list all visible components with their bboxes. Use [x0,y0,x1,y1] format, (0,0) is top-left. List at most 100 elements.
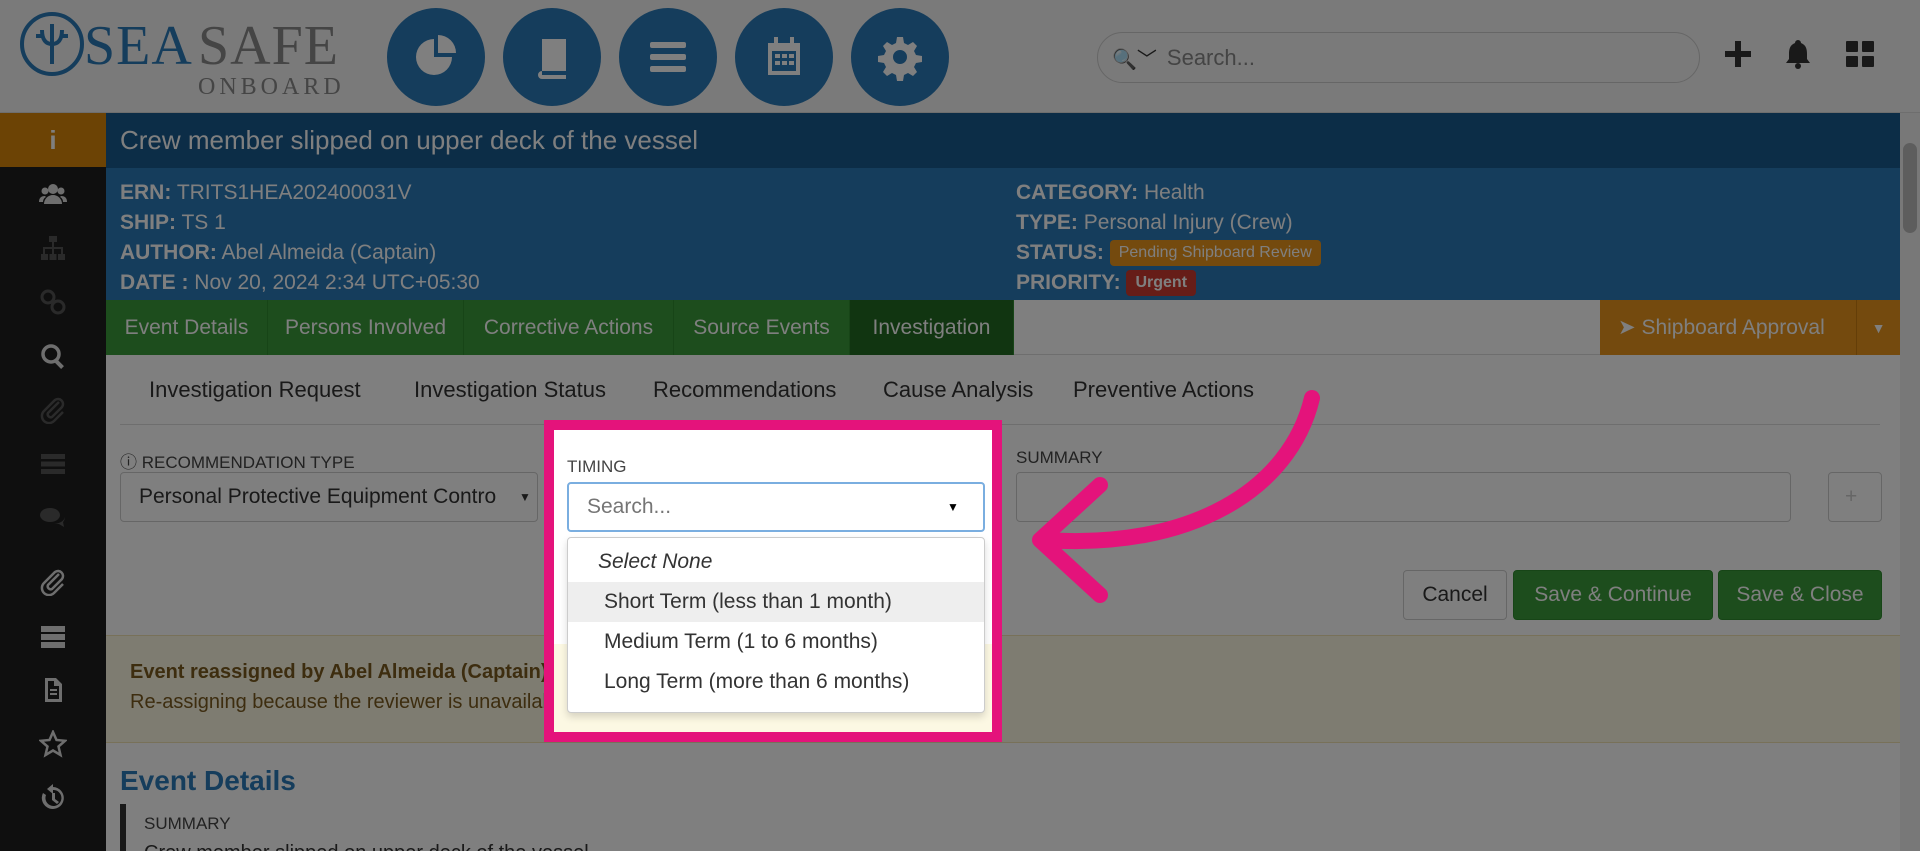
type-label: TYPE: [1016,211,1078,234]
ern-value: TRITS1HEA202400031V [176,181,412,204]
search-icon [41,344,64,369]
cancel-button[interactable]: Cancel [1403,570,1507,620]
investigation-content: Investigation Request Investigation Stat… [106,355,1900,851]
recommendation-type-select[interactable]: Personal Protective Equipment Contro ▼ [120,472,538,522]
shipboard-approval-button[interactable]: ➤ Shipboard Approval ▼ [1600,300,1900,355]
bell-icon [1786,40,1810,69]
settings-nav-button[interactable] [851,8,949,106]
event-title: Crew member slipped on upper deck of the… [106,113,1900,168]
calendar-nav-button[interactable] [735,8,833,106]
logbook-nav-button[interactable] [503,8,601,106]
category-value: Health [1143,181,1205,204]
sidebar-item-comments[interactable] [0,491,106,545]
timing-option-select-none[interactable]: Select None [568,542,984,582]
sitemap-icon [41,236,65,260]
dashboard-grid-button[interactable] [1840,34,1880,74]
tab-event-details[interactable]: Event Details [106,300,268,355]
reassign-notice: Event reassigned by Abel Almeida (Captai… [106,635,1900,743]
paperclip-icon [40,569,65,596]
event-info-panel: ERN: TRITS1HEA202400031V SHIP: TS 1 AUTH… [106,168,1900,300]
scrollbar-thumb[interactable] [1903,143,1917,233]
timing-option-long-term[interactable]: Long Term (more than 6 months) [568,662,984,702]
subtab-cause-analysis[interactable]: Cause Analysis [883,377,1033,403]
sidebar-item-info[interactable]: i [0,113,106,167]
date-value: Nov 20, 2024 2:34 UTC+05:30 [194,271,480,294]
chevron-down-icon[interactable]: ▼ [1856,300,1900,355]
details-summary-label: SUMMARY [144,814,231,833]
gear-icon [878,37,922,81]
sidebar-item-list[interactable] [0,437,106,491]
sidebar-item-attachments-dim[interactable] [0,383,106,437]
save-continue-button[interactable]: Save & Continue [1513,570,1713,620]
left-sidebar: i [0,113,106,851]
event-details-heading: Event Details [120,765,296,796]
dashboard-nav-button[interactable] [387,8,485,106]
subtab-recommendations[interactable]: Recommendations [653,377,836,403]
add-button[interactable] [1718,34,1758,74]
timing-search-input[interactable] [587,495,947,519]
tab-investigation[interactable]: Investigation [850,300,1014,355]
dashboard-grid-icon [1846,41,1874,67]
sidebar-item-server[interactable] [0,609,106,663]
recommendation-type-value: Personal Protective Equipment Contro [139,485,497,508]
date-label: DATE : [120,271,189,294]
book-icon [538,39,566,79]
comments-icon [40,508,65,527]
sidebar-item-links[interactable] [0,275,106,329]
sidebar-item-hierarchy[interactable] [0,221,106,275]
recommendation-type-label-text: RECOMMENDATION TYPE [141,453,355,472]
info-circle-icon: ⓘ [120,453,137,472]
caret-down-icon: ▼ [947,500,959,514]
star-icon [39,730,67,758]
sidebar-item-search[interactable] [0,329,106,383]
sidebar-item-documents[interactable] [0,663,106,717]
trident-logo-icon [20,12,84,76]
search-icon: 🔍﹀ [1112,49,1157,71]
main-content: Crew member slipped on upper deck of the… [106,113,1900,851]
timing-spotlight: TIMING ▼ Select None Short Term (less th… [544,420,1002,742]
ern-label: ERN: [120,181,172,204]
subtab-investigation-request[interactable]: Investigation Request [149,377,361,403]
event-details-summary: SUMMARY Crew member slipped on upper dec… [120,804,1880,851]
paper-plane-icon: ➤ [1618,316,1636,339]
sidebar-item-history[interactable] [0,771,106,825]
menu-nav-button[interactable] [619,8,717,106]
timing-select[interactable]: ▼ [567,482,985,532]
event-tabs: Event Details Persons Involved Correctiv… [106,300,1900,355]
pie-chart-icon [416,35,456,75]
info-icon: i [49,124,57,155]
add-recommendation-button[interactable]: + [1828,472,1882,522]
subtab-investigation-status[interactable]: Investigation Status [414,377,606,403]
global-search-input[interactable] [1166,44,1667,71]
global-search-box[interactable]: 🔍﹀ [1097,32,1700,83]
sidebar-item-favorites[interactable] [0,717,106,771]
status-label: STATUS: [1016,241,1104,264]
timing-label: TIMING [567,457,627,476]
link-icon [40,289,66,315]
ship-label: SHIP: [120,211,177,234]
caret-down-icon: ▼ [519,490,531,504]
plus-icon [1725,41,1751,67]
paperclip-icon [40,397,65,424]
investigation-subtabs: Investigation Request Investigation Stat… [120,355,1880,425]
timing-dropdown-menu: Select None Short Term (less than 1 mont… [567,537,985,713]
sidebar-item-attachments[interactable] [0,555,106,609]
logo-text-onboard: ONBOARD [198,74,345,100]
timing-option-medium-term[interactable]: Medium Term (1 to 6 months) [568,622,984,662]
list-icon [41,454,65,474]
sidebar-item-users[interactable] [0,167,106,221]
tab-persons-involved[interactable]: Persons Involved [268,300,464,355]
status-badge: Pending Shipboard Review [1109,240,1321,267]
document-icon [45,678,62,702]
notice-title: Event reassigned by Abel Almeida (Captai… [130,661,548,683]
plus-icon: + [1845,485,1858,508]
category-label: CATEGORY: [1016,181,1139,204]
tab-source-events[interactable]: Source Events [674,300,850,355]
logo-text-safe: SAFE [198,15,339,77]
tab-corrective-actions[interactable]: Corrective Actions [464,300,674,355]
calendar-icon [768,37,800,75]
notifications-button[interactable] [1778,34,1818,74]
timing-option-short-term[interactable]: Short Term (less than 1 month) [568,582,984,622]
seasafe-logo[interactable]: SEA SAFE ONBOARD [20,12,360,100]
save-close-button[interactable]: Save & Close [1718,570,1882,620]
